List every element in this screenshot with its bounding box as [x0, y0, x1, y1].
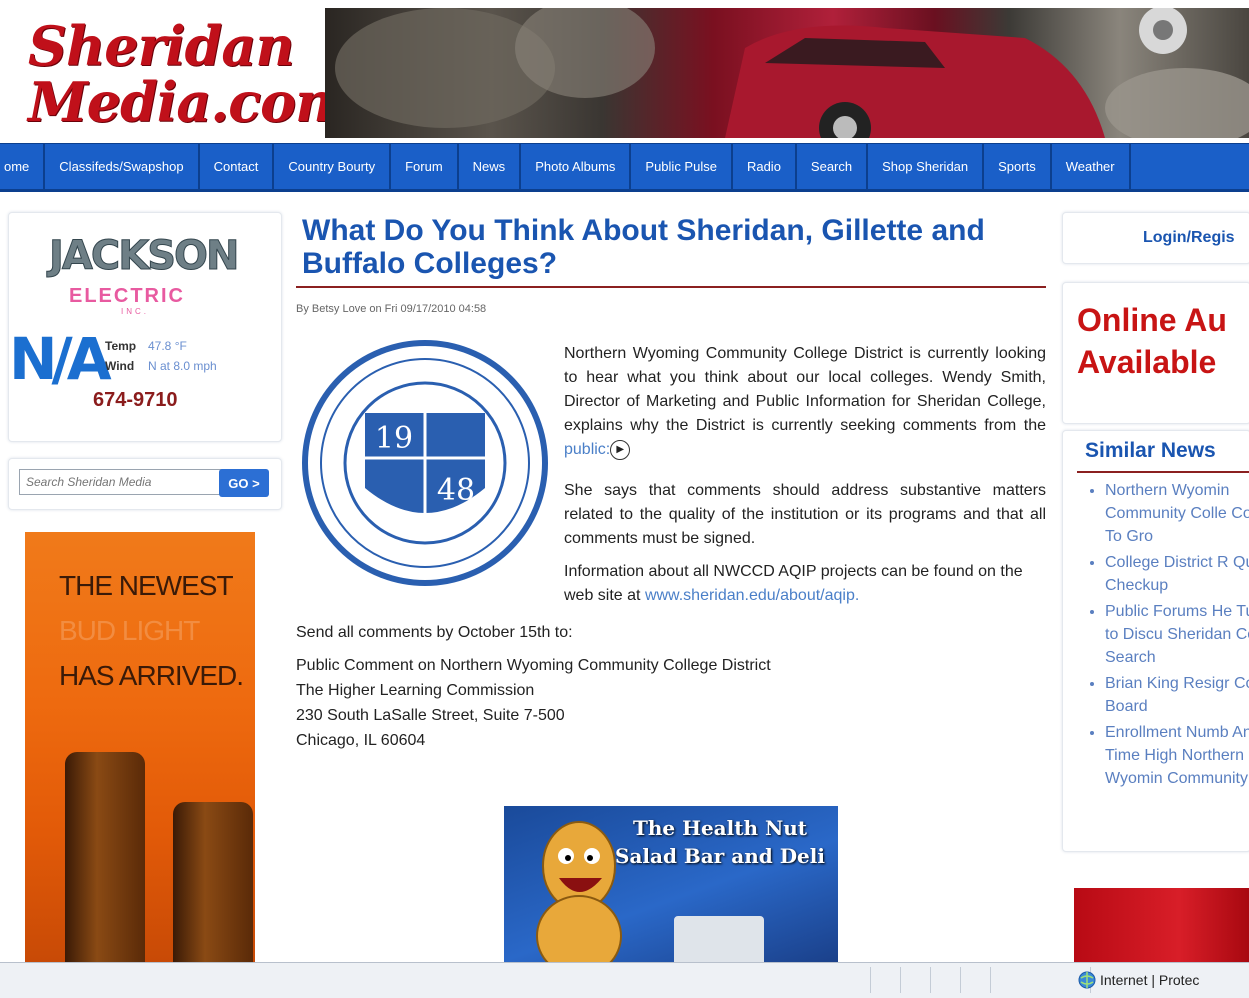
search-go-button[interactable]: GO > [219, 469, 269, 497]
article-paragraph-3: Information about all NWCCD AQIP project… [564, 560, 1046, 608]
status-divider [990, 967, 991, 993]
auction-ad[interactable]: Online Au Available [1062, 282, 1249, 424]
similar-news-item[interactable]: College District R Quality Checkup [1105, 551, 1249, 597]
status-divider [930, 967, 931, 993]
title-divider [296, 286, 1046, 288]
wind-label: Wind [105, 359, 135, 373]
address-block: Send all comments by October 15th to: Pu… [296, 620, 771, 753]
similar-news-item[interactable]: Northern Wyomin Community Colle Continue… [1105, 479, 1249, 548]
nav-weather[interactable]: Weather [1052, 144, 1131, 189]
p1-text: Northern Wyoming Community College Distr… [564, 345, 1046, 434]
weather-icon: N/A [9, 325, 112, 393]
browser-status-bar: Internet | Protec [0, 962, 1249, 998]
auction-line-2: Available [1077, 344, 1217, 380]
college-seal-image: 19 48 [296, 338, 554, 588]
aqip-link[interactable]: www.sheridan.edu/about/aqip. [645, 587, 859, 604]
search-input[interactable] [19, 469, 223, 495]
sponsor-logo[interactable]: JACKSON [48, 233, 239, 280]
address-line: 230 South LaSalle Street, Suite 7-500 [296, 707, 565, 724]
similar-news-item[interactable]: Brian King Resigr College Board [1105, 672, 1249, 718]
header-banner-image [325, 8, 1249, 138]
sponsor-phone: 674-9710 [93, 389, 178, 411]
security-zone-text: Internet | Protec [1100, 972, 1200, 988]
nav-public-pulse[interactable]: Public Pulse [631, 144, 733, 189]
weather-widget: JACKSON ELECTRIC INC. N/A Temp 47.8 °F W… [8, 212, 282, 442]
login-panel: Login/Regis [1062, 212, 1249, 264]
bud-light-ad[interactable]: THE NEWEST BUD LIGHT HAS ARRIVED. [25, 532, 255, 962]
nav-classifieds[interactable]: Classifeds/Swapshop [45, 144, 200, 189]
ad-line-3: HAS ARRIVED. [59, 660, 244, 691]
temp-value: 47.8 °F [148, 339, 187, 353]
play-icon[interactable]: ▶ [610, 439, 631, 460]
sponsor-sub: ELECTRIC [69, 285, 185, 307]
nav-photo-albums[interactable]: Photo Albums [521, 144, 632, 189]
similar-news-list: Northern Wyomin Community Colle Continue… [1085, 479, 1249, 793]
red-ad-banner[interactable] [1074, 888, 1249, 963]
site-logo[interactable]: Sheridan Media.com [0, 0, 352, 140]
logo-line-2: Media.com [28, 70, 352, 134]
article-byline: By Betsy Love on Fri 09/17/2010 04:58 [296, 303, 487, 315]
nav-sports[interactable]: Sports [984, 144, 1052, 189]
article-title: What Do You Think About Sheridan, Gillet… [302, 214, 985, 280]
auction-line-1: Online Au [1077, 302, 1227, 338]
article-paragraph-2: She says that comments should address su… [564, 482, 1046, 547]
similar-news-item[interactable]: Public Forums He Tuesday to Discu Sherid… [1105, 600, 1249, 669]
seal-year-bottom: 48 [437, 473, 475, 508]
wind-value: N at 8.0 mph [148, 359, 217, 373]
similar-news-title: Similar News [1085, 439, 1216, 462]
nav-home[interactable]: ome [0, 144, 46, 189]
similar-divider [1077, 471, 1249, 473]
status-divider [960, 967, 961, 993]
salad-bar-image [674, 916, 764, 966]
bottle-image [65, 752, 145, 962]
ad-line-1: THE NEWEST [59, 570, 234, 601]
health-nut-ad[interactable]: The Health Nut Salad Bar and Deli [504, 806, 838, 966]
logo-line-1: Sheridan [28, 14, 295, 78]
nav-contact[interactable]: Contact [200, 144, 275, 189]
address-line: The Higher Learning Commission [296, 682, 535, 699]
nav-country-bounty[interactable]: Country Bourty [274, 144, 392, 189]
main-nav: ome Classifeds/Swapshop Contact Country … [0, 143, 1249, 192]
public-link[interactable]: public: [564, 441, 610, 458]
similar-news-panel: Similar News Northern Wyomin Community C… [1062, 430, 1249, 852]
ad-title: The Health Nut Salad Bar and Deli [610, 814, 830, 870]
address-line: Chicago, IL 60604 [296, 732, 426, 749]
auction-text: Online Au Available [1077, 299, 1227, 383]
status-divider [870, 967, 871, 993]
article-paragraph-1: Northern Wyoming Community College Distr… [564, 342, 1046, 462]
site-search: GO > [8, 458, 282, 510]
send-line: Send all comments by October 15th to: [296, 624, 573, 641]
similar-news-item[interactable]: Enrollment Numb An All Time High Norther… [1105, 721, 1249, 790]
login-register-link[interactable]: Login/Regis [1143, 229, 1235, 247]
ad-line-2: BUD LIGHT [59, 615, 200, 646]
seal-year-top: 19 [375, 421, 413, 456]
temp-label: Temp [105, 339, 137, 353]
nav-search[interactable]: Search [797, 144, 869, 189]
nav-news[interactable]: News [459, 144, 522, 189]
ad-title-line-2: Salad Bar and Deli [615, 844, 825, 868]
nav-radio[interactable]: Radio [733, 144, 797, 189]
banner-photo [335, 8, 1249, 138]
ad-title-line-1: The Health Nut [632, 816, 808, 840]
bottle-image [173, 802, 253, 962]
sponsor-inc: INC. [121, 307, 149, 316]
globe-icon [1078, 971, 1096, 989]
nav-forum[interactable]: Forum [391, 144, 459, 189]
status-divider [900, 967, 901, 993]
nav-shop-sheridan[interactable]: Shop Sheridan [868, 144, 985, 189]
address-line: Public Comment on Northern Wyoming Commu… [296, 657, 771, 674]
